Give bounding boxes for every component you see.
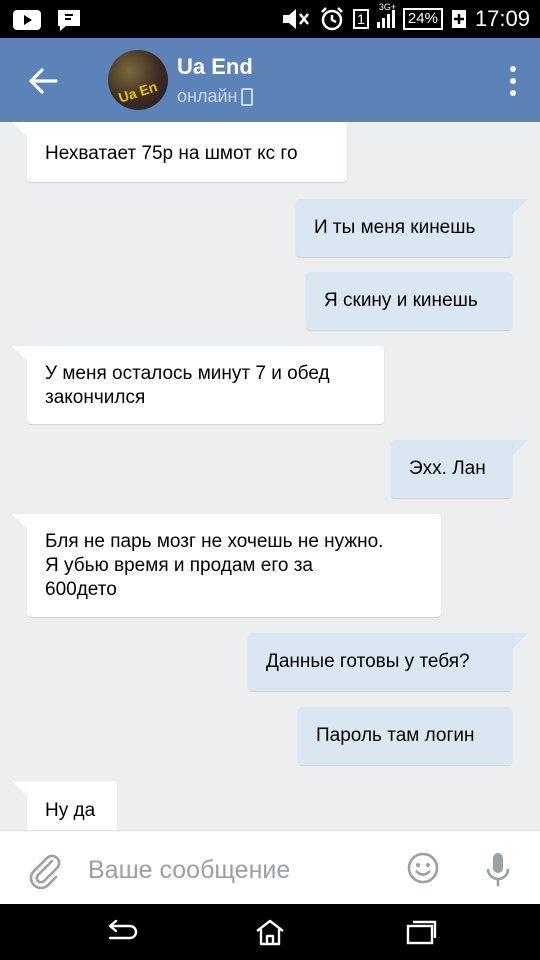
message-text-line: Я убью время и продам его за: [45, 555, 313, 576]
message-text: Пароль там логин: [316, 725, 475, 746]
message-text: Эхх. Лан: [409, 458, 486, 479]
message-outgoing[interactable]: Данные готовы у тебя?: [248, 633, 512, 691]
message-text-line: У меня осталось минут 7 и обед: [45, 363, 330, 384]
avatar[interactable]: Ua En: [108, 50, 168, 110]
android-back-icon[interactable]: [104, 918, 138, 946]
paperclip-icon[interactable]: [24, 849, 64, 889]
message-incoming[interactable]: Бля не парь мозг не хочешь не нужно. Я у…: [27, 514, 441, 617]
message-incoming[interactable]: У меня осталось минут 7 и обед закончилс…: [27, 346, 384, 424]
youtube-notification-icon: [13, 10, 41, 30]
message-text-line: Бля не парь мозг не хочешь не нужно.: [45, 531, 384, 552]
signal-icon: 3G+: [376, 2, 396, 28]
arrow-left-icon[interactable]: [26, 64, 60, 98]
smiley-icon[interactable]: [406, 851, 440, 885]
charging-plus-icon: [451, 10, 466, 28]
contact-status: онлайн: [177, 86, 254, 107]
microphone-icon[interactable]: [484, 849, 512, 889]
android-home-icon[interactable]: [253, 918, 287, 946]
message-incoming[interactable]: Ну да: [27, 781, 117, 830]
message-text-line: закончился: [45, 387, 146, 408]
message-composer: [0, 830, 540, 905]
message-text: Ну да: [45, 800, 96, 821]
sim-indicator: 1: [353, 9, 369, 29]
message-text-line: 600дето: [45, 579, 117, 600]
clock: 17:09: [474, 6, 530, 31]
message-input[interactable]: [86, 849, 390, 891]
status-bar: 1 3G+ 24% 17:09: [0, 0, 540, 38]
avatar-text: Ua En: [116, 78, 160, 106]
message-incoming[interactable]: Нехватает 75р на шмот кс го: [27, 122, 347, 182]
message-outgoing[interactable]: Эхх. Лан: [391, 440, 512, 498]
message-text: Данные готовы у тебя?: [266, 651, 470, 672]
message-text: Нехватает 75р на шмот кс го: [45, 143, 298, 164]
mute-icon: [283, 9, 310, 29]
mobile-online-icon: [241, 87, 254, 106]
status-label: онлайн: [177, 86, 238, 106]
more-vertical-icon[interactable]: [508, 66, 518, 96]
message-notification-icon: [58, 10, 80, 31]
android-recents-icon[interactable]: [404, 918, 438, 946]
chat-header: Ua En Ua End онлайн: [0, 38, 540, 122]
network-type-label: 3G+: [378, 2, 397, 12]
contact-name[interactable]: Ua End: [177, 54, 253, 80]
message-outgoing[interactable]: Я скину и кинешь: [306, 272, 512, 330]
message-list[interactable]: Нехватает 75р на шмот кс го И ты меня ки…: [0, 122, 540, 830]
alarm-icon: [321, 7, 343, 31]
message-text: Я скину и кинешь: [324, 290, 478, 311]
message-outgoing[interactable]: Пароль там логин: [298, 707, 512, 765]
battery-level: 24%: [402, 8, 443, 30]
message-text: И ты меня кинешь: [314, 217, 476, 238]
system-nav-bar: [0, 904, 540, 960]
message-outgoing[interactable]: И ты меня кинешь: [296, 199, 512, 257]
